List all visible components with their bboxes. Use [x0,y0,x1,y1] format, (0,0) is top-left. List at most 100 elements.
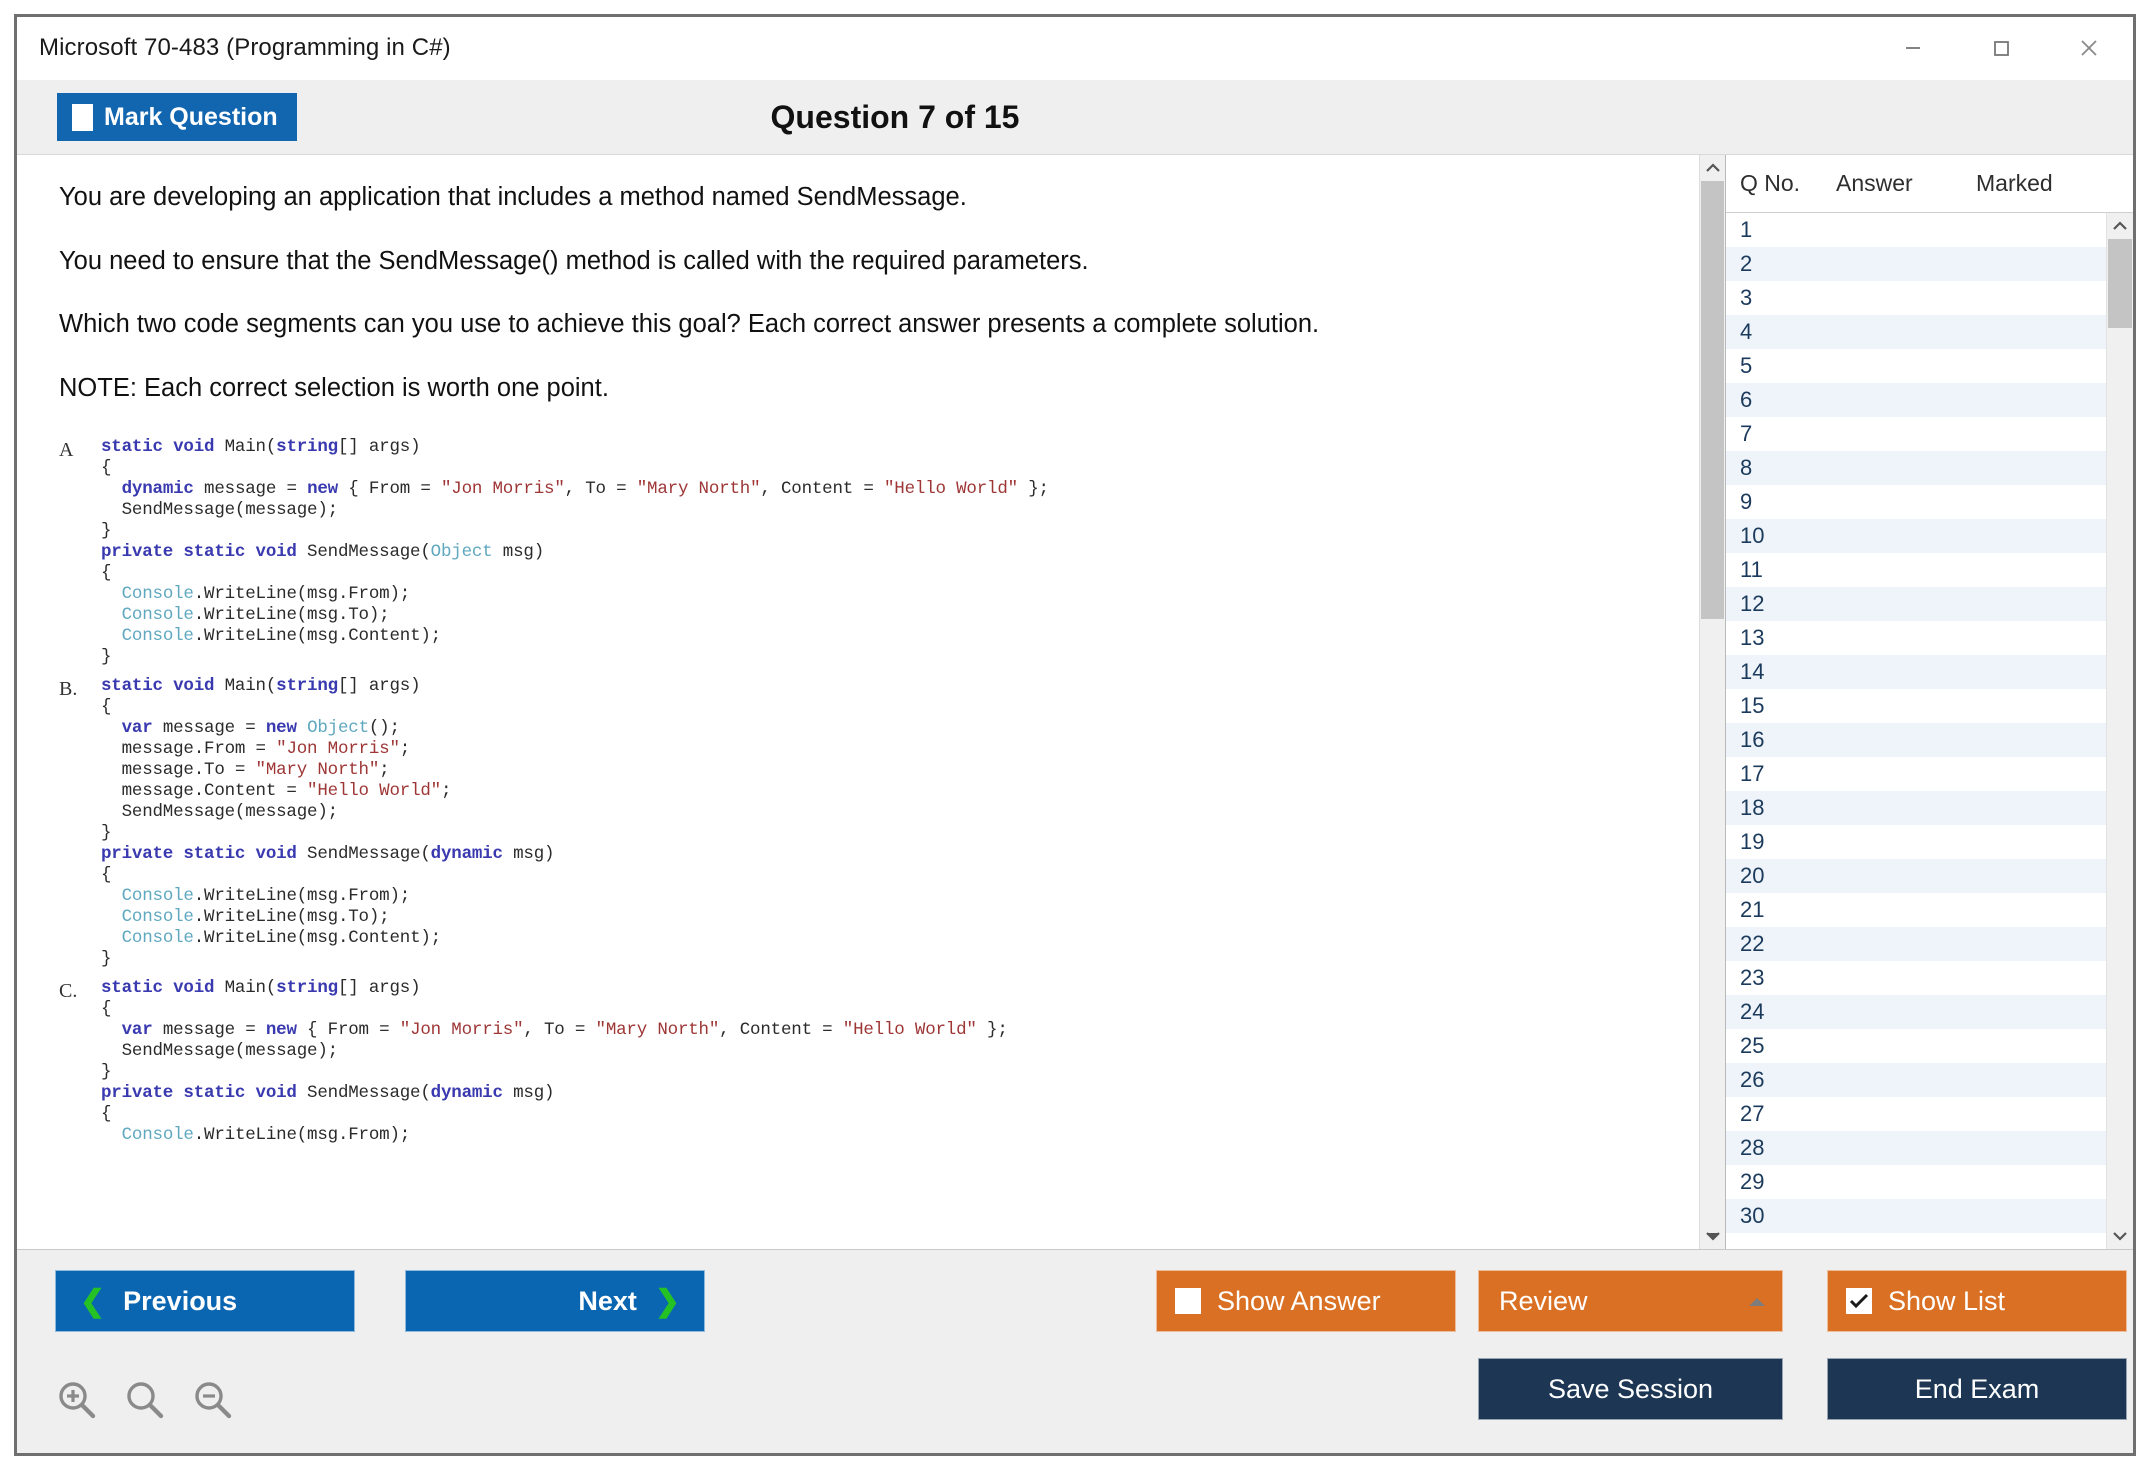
table-row[interactable]: 6 [1726,383,2106,417]
choice-code: static void Main(string[] args) { dynami… [101,437,1049,668]
table-row[interactable]: 7 [1726,417,2106,451]
table-row[interactable]: 19 [1726,825,2106,859]
show-answer-checkbox-icon[interactable] [1175,1288,1201,1314]
zoom-in-icon[interactable] [55,1378,99,1427]
table-row[interactable]: 8 [1726,451,2106,485]
review-label: Review [1499,1286,1588,1317]
save-session-button[interactable]: Save Session [1478,1358,1783,1420]
list-scroll-up-arrow-icon[interactable] [2107,213,2133,239]
cell-qno: 14 [1726,659,1836,685]
column-header-qno: Q No. [1726,170,1836,197]
next-button[interactable]: Next ❯ [405,1270,705,1332]
cell-qno: 26 [1726,1067,1836,1093]
table-row[interactable]: 14 [1726,655,2106,689]
chevron-right-icon: ❯ [655,1284,680,1319]
table-row[interactable]: 3 [1726,281,2106,315]
scroll-thumb[interactable] [1701,181,1724,619]
table-row[interactable]: 24 [1726,995,2106,1029]
minimize-button[interactable] [1869,17,1957,79]
mark-question-label: Mark Question [104,103,278,132]
question-list-header: Q No. Answer Marked [1726,155,2133,213]
zoom-reset-icon[interactable] [123,1378,167,1427]
end-exam-label: End Exam [1915,1374,2040,1405]
list-scroll-track[interactable] [2107,239,2133,1223]
table-row[interactable]: 11 [1726,553,2106,587]
zoom-out-icon[interactable] [191,1378,235,1427]
table-row[interactable]: 5 [1726,349,2106,383]
cell-qno: 18 [1726,795,1836,821]
table-row[interactable]: 22 [1726,927,2106,961]
show-list-button[interactable]: Show List [1827,1270,2127,1332]
previous-label: Previous [123,1286,237,1317]
cell-qno: 24 [1726,999,1836,1025]
table-row[interactable]: 28 [1726,1131,2106,1165]
table-row[interactable]: 18 [1726,791,2106,825]
question-counter: Question 7 of 15 [771,99,1020,135]
answer-choices: Astatic void Main(string[] args) { dynam… [59,437,1725,1146]
previous-button[interactable]: ❮ Previous [55,1270,355,1332]
choice-letter: B. [59,676,101,970]
mark-question-button[interactable]: Mark Question [57,93,297,141]
table-row[interactable]: 27 [1726,1097,2106,1131]
title-bar: Microsoft 70-483 (Programming in C#) [17,17,2133,80]
show-answer-label: Show Answer [1217,1286,1381,1317]
table-row[interactable]: 2 [1726,247,2106,281]
cell-qno: 12 [1726,591,1836,617]
choice-letter: A [59,437,101,668]
scroll-down-arrow-icon[interactable] [1700,1223,1726,1249]
question-rows: 1234567891011121314151617181920212223242… [1726,213,2106,1249]
cell-qno: 11 [1726,557,1836,583]
table-row[interactable]: 15 [1726,689,2106,723]
table-row[interactable]: 26 [1726,1063,2106,1097]
list-scroll-down-arrow-icon[interactable] [2107,1223,2133,1249]
table-row[interactable]: 13 [1726,621,2106,655]
cell-qno: 9 [1726,489,1836,515]
table-row[interactable]: 16 [1726,723,2106,757]
scroll-track[interactable] [1700,181,1725,1223]
table-row[interactable]: 29 [1726,1165,2106,1199]
table-row[interactable]: 30 [1726,1199,2106,1233]
table-row[interactable]: 10 [1726,519,2106,553]
scroll-up-arrow-icon[interactable] [1700,155,1726,181]
end-exam-button[interactable]: End Exam [1827,1358,2127,1420]
caret-up-icon[interactable] [1746,1286,1768,1317]
question-list-body: 1234567891011121314151617181920212223242… [1726,213,2133,1249]
answer-choice[interactable]: C.static void Main(string[] args) { var … [59,978,1725,1146]
chevron-left-icon: ❮ [80,1284,105,1319]
table-row[interactable]: 9 [1726,485,2106,519]
show-list-checkbox-icon[interactable] [1846,1288,1872,1314]
close-button[interactable] [2045,17,2133,79]
table-row[interactable]: 17 [1726,757,2106,791]
question-pane-scrollbar[interactable] [1699,155,1725,1249]
header-bar: Mark Question Question 7 of 15 [17,80,2133,155]
answer-choice[interactable]: Astatic void Main(string[] args) { dynam… [59,437,1725,668]
cell-qno: 22 [1726,931,1836,957]
window-controls [1869,17,2133,79]
cell-qno: 5 [1726,353,1836,379]
table-row[interactable]: 20 [1726,859,2106,893]
show-list-label: Show List [1888,1286,2005,1317]
table-row[interactable]: 25 [1726,1029,2106,1063]
cell-qno: 7 [1726,421,1836,447]
table-row[interactable]: 12 [1726,587,2106,621]
list-scroll-thumb[interactable] [2108,239,2132,328]
mark-question-checkbox-icon[interactable] [72,104,93,131]
cell-qno: 23 [1726,965,1836,991]
question-paragraph: NOTE: Each correct selection is worth on… [59,374,1725,403]
table-row[interactable]: 4 [1726,315,2106,349]
question-list-scrollbar[interactable] [2106,213,2133,1249]
footer-toolbar: ❮ Previous Next ❯ Show Answer Review Sho… [17,1249,2133,1453]
answer-choice[interactable]: B.static void Main(string[] args) { var … [59,676,1725,970]
table-row[interactable]: 23 [1726,961,2106,995]
exam-window: Microsoft 70-483 (Programming in C#) Mar… [14,14,2136,1456]
table-row[interactable]: 21 [1726,893,2106,927]
maximize-button[interactable] [1957,17,2045,79]
cell-qno: 20 [1726,863,1836,889]
cell-qno: 6 [1726,387,1836,413]
table-row[interactable]: 1 [1726,213,2106,247]
column-header-answer: Answer [1836,170,1976,197]
cell-qno: 28 [1726,1135,1836,1161]
show-answer-button[interactable]: Show Answer [1156,1270,1456,1332]
review-dropdown-button[interactable]: Review [1478,1270,1783,1332]
cell-qno: 8 [1726,455,1836,481]
